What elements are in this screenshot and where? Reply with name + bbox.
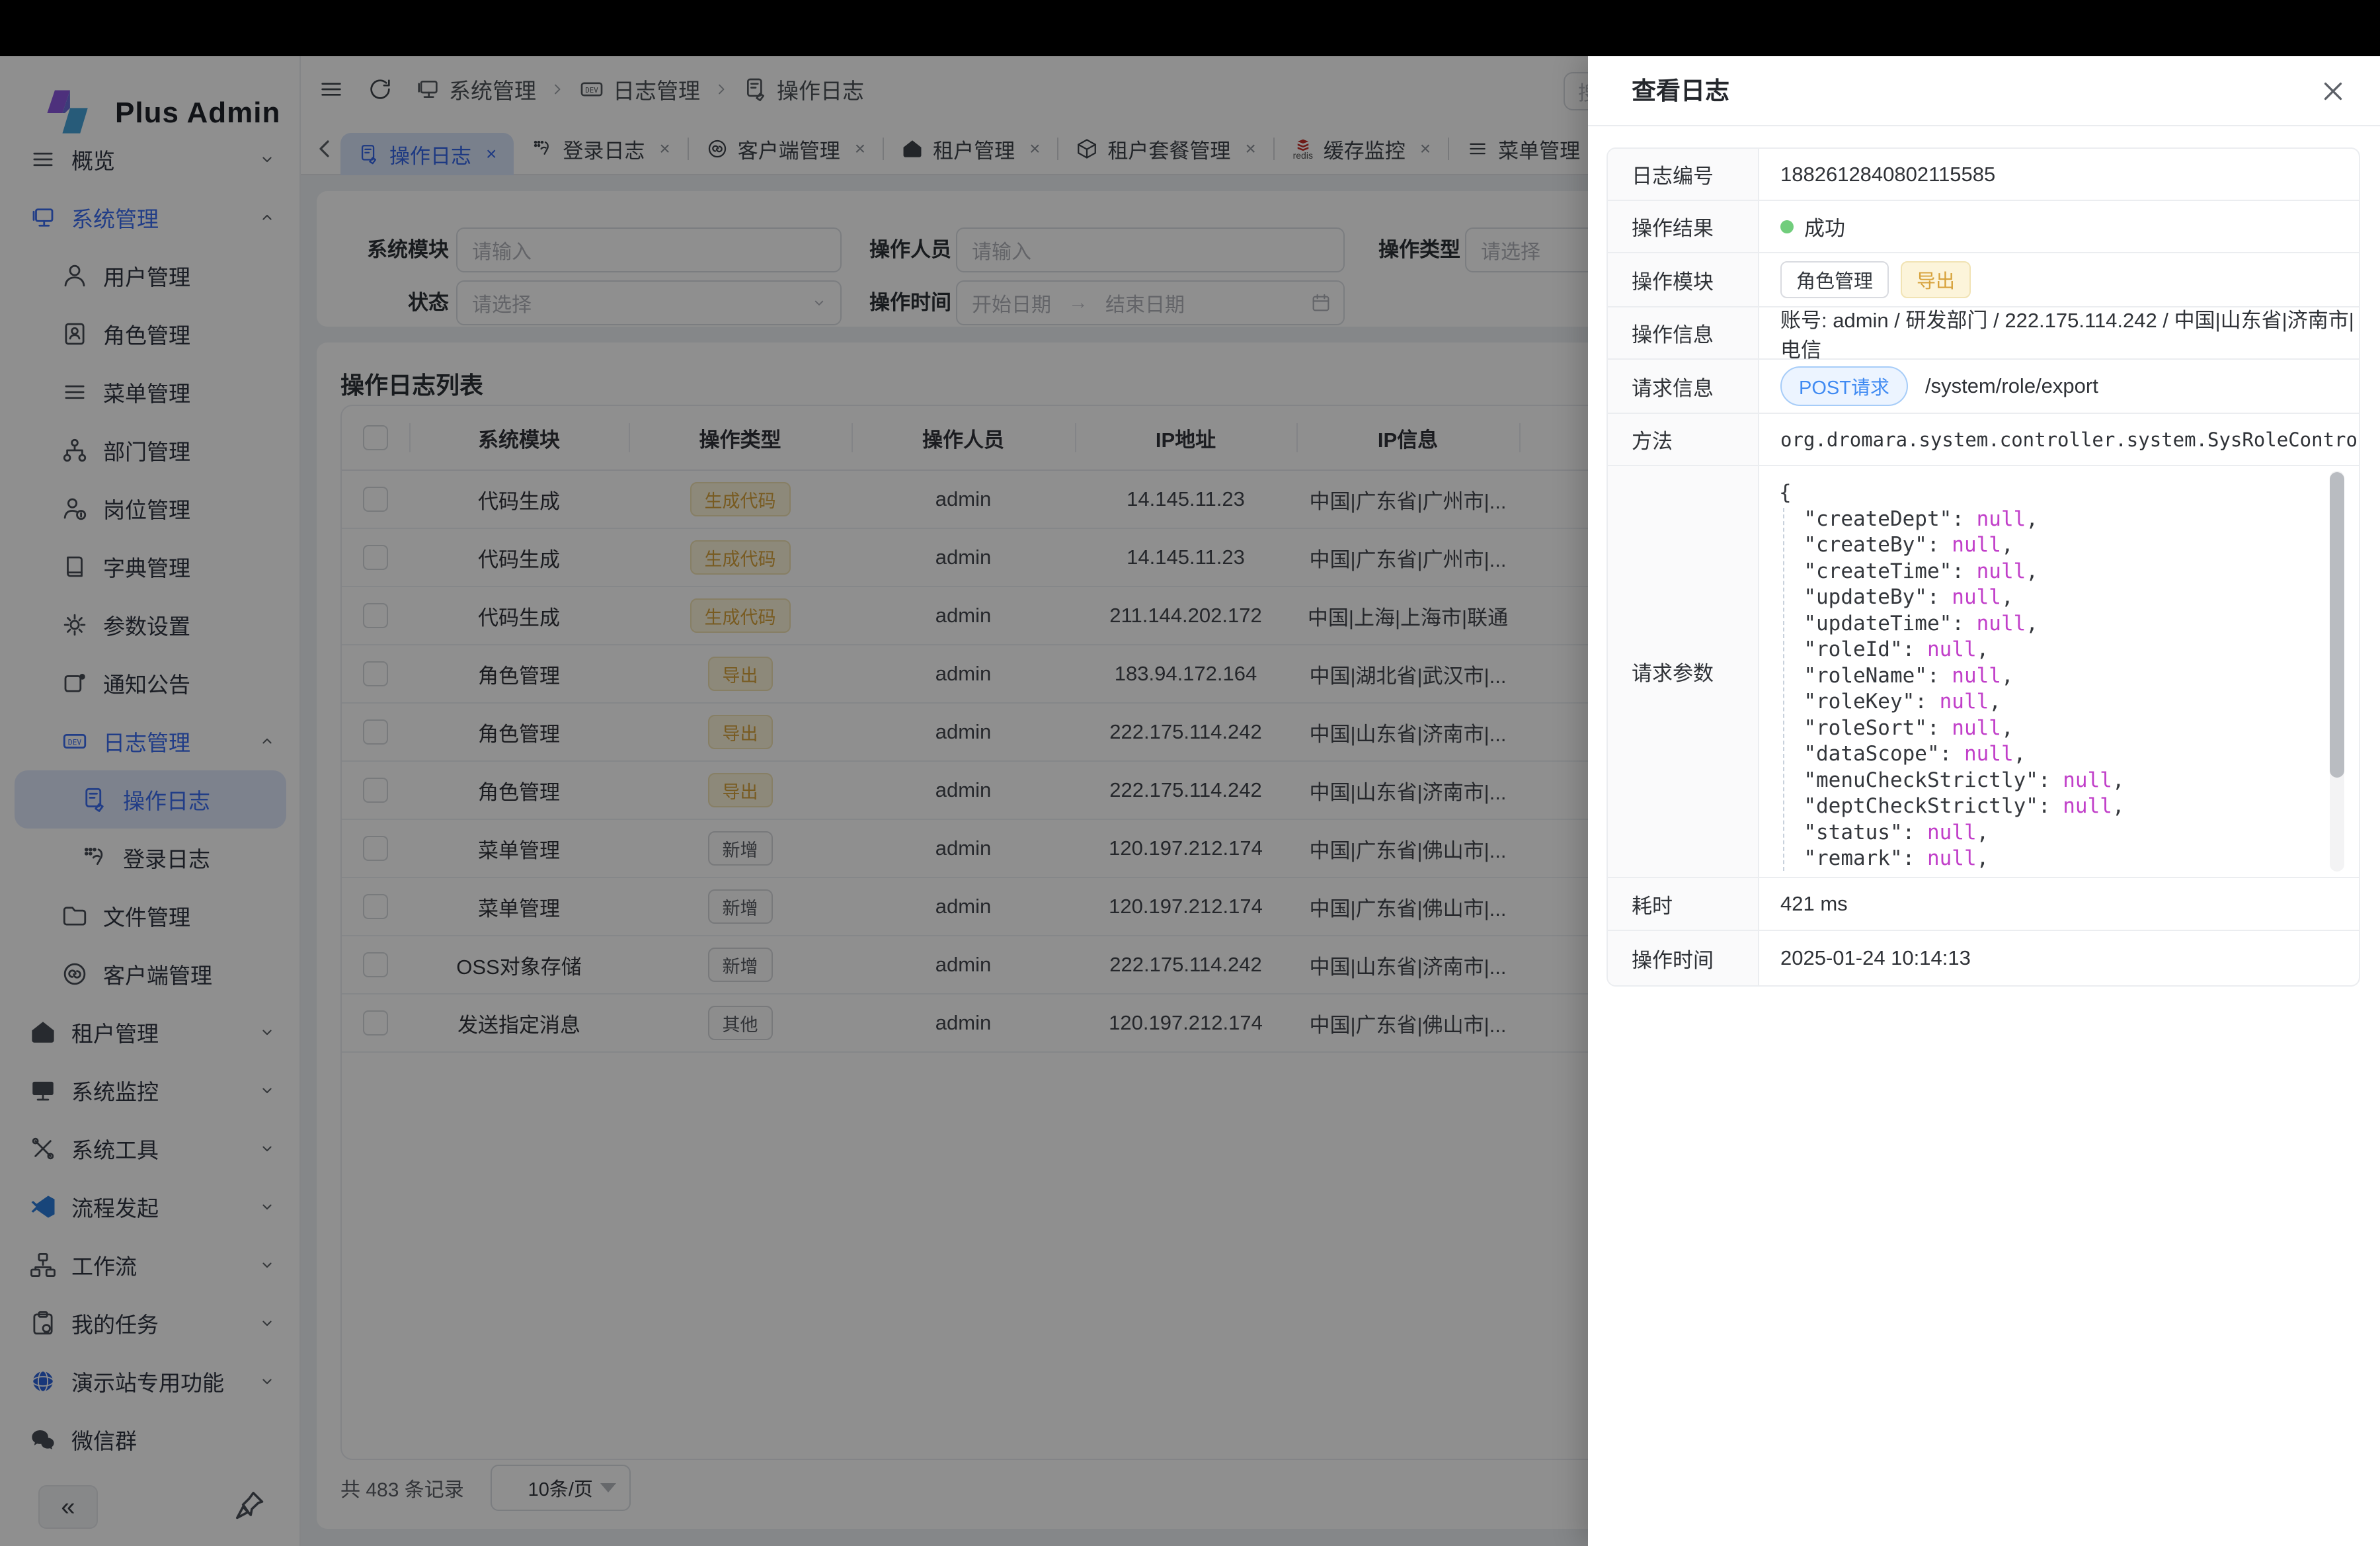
detail-label: 请求参数	[1608, 466, 1759, 877]
detail-row-request: 请求信息 POST请求 /system/role/export	[1608, 360, 2359, 414]
detail-row-log-id: 日志编号 1882612840802115585	[1608, 149, 2359, 201]
log-details-table: 日志编号 1882612840802115585 操作结果 成功 操作模块 角色…	[1606, 147, 2360, 987]
detail-value: org.dromara.system.controller.system.Sys…	[1759, 414, 2360, 465]
detail-label: 操作信息	[1608, 307, 1759, 358]
detail-label: 日志编号	[1608, 149, 1759, 200]
detail-value: 2025-01-24 10:14:13	[1759, 931, 2359, 985]
detail-value: 421 ms	[1759, 878, 2359, 930]
detail-value: POST请求 /system/role/export	[1759, 360, 2359, 413]
detail-row-module: 操作模块 角色管理 导出	[1608, 253, 2359, 307]
detail-row-params: 请求参数 { "createDept": null, "createBy": n…	[1608, 466, 2359, 878]
detail-value: 1882612840802115585	[1759, 149, 2359, 200]
detail-row-op-time: 操作时间 2025-01-24 10:14:13	[1608, 931, 2359, 985]
module-tag: 角色管理	[1780, 261, 1889, 298]
detail-value: { "createDept": null, "createBy": null, …	[1759, 466, 2359, 877]
close-icon[interactable]	[2317, 75, 2350, 108]
action-tag: 导出	[1901, 261, 1971, 298]
request-path: /system/role/export	[1925, 374, 2098, 398]
detail-row-duration: 耗时 421 ms	[1608, 878, 2359, 931]
detail-value: 角色管理 导出	[1759, 253, 2359, 306]
detail-label: 方法	[1608, 414, 1759, 465]
detail-label: 操作模块	[1608, 253, 1759, 306]
success-dot-icon	[1780, 220, 1794, 233]
detail-row-op-info: 操作信息 账号: admin / 研发部门 / 222.175.114.242 …	[1608, 307, 2359, 360]
request-params-json[interactable]: { "createDept": null, "createBy": null, …	[1759, 466, 2359, 877]
scrollbar-thumb[interactable]	[2330, 472, 2344, 778]
detail-row-method: 方法 org.dromara.system.controller.system.…	[1608, 414, 2359, 466]
detail-label: 操作结果	[1608, 201, 1759, 252]
drawer-title: 查看日志	[1632, 56, 1729, 126]
detail-label: 耗时	[1608, 878, 1759, 930]
detail-label: 请求信息	[1608, 360, 1759, 413]
detail-row-result: 操作结果 成功	[1608, 201, 2359, 253]
detail-label: 操作时间	[1608, 931, 1759, 985]
view-log-drawer: 查看日志 日志编号 1882612840802115585 操作结果 成功 操作…	[1588, 56, 2380, 1546]
drawer-titlebar: 查看日志	[1588, 56, 2380, 126]
detail-value: 账号: admin / 研发部门 / 222.175.114.242 / 中国|…	[1759, 307, 2359, 358]
detail-value: 成功	[1759, 201, 2359, 252]
post-method-tag: POST请求	[1780, 366, 1908, 406]
